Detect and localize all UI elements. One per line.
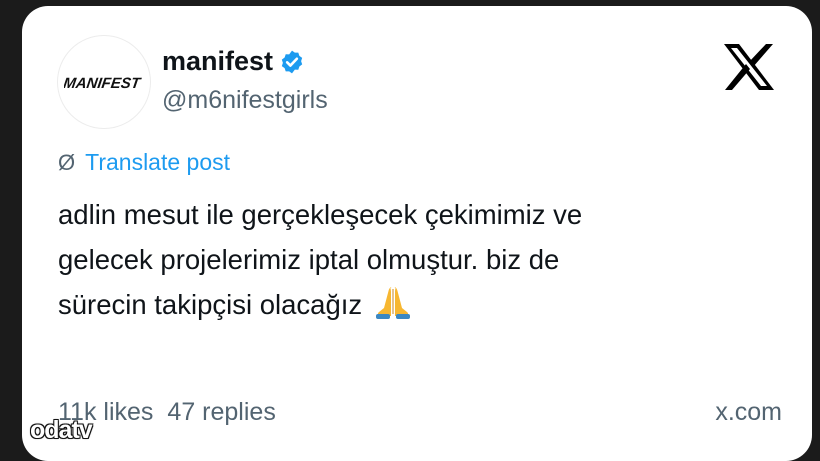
post-card: MANIFEST manifest @m6nifestgirls Ø Trans… xyxy=(22,6,812,461)
svg-text:MANIFEST: MANIFEST xyxy=(64,75,143,92)
x-logo-icon[interactable] xyxy=(722,42,776,92)
translate-label: Translate post xyxy=(85,149,231,175)
replies-count[interactable]: 47 replies xyxy=(167,398,275,427)
verified-badge-icon xyxy=(281,50,303,73)
folded-hands-icon xyxy=(375,287,410,319)
watermark-logo: odatv xyxy=(30,416,93,444)
display-name-row: manifest xyxy=(162,46,305,77)
post-line: sürecin takipçisi olacağız xyxy=(58,289,363,320)
translate-post-link[interactable]: Ø Translate post xyxy=(58,149,230,176)
avatar-logo: MANIFEST xyxy=(64,75,143,92)
post-text: adlin mesut ile gerçekleşecek çekimimiz … xyxy=(58,192,778,327)
post-line: gelecek projelerimiz iptal olmuştur. biz… xyxy=(58,244,560,275)
display-name[interactable]: manifest xyxy=(162,46,273,77)
post-line-last: sürecin takipçisi olacağız xyxy=(58,282,778,327)
source-link[interactable]: x.com xyxy=(715,398,782,427)
avatar[interactable]: MANIFEST xyxy=(58,36,150,128)
globe-icon: Ø xyxy=(58,149,76,175)
user-handle[interactable]: @m6nifestgirls xyxy=(162,86,328,115)
post-line: adlin mesut ile gerçekleşecek çekimimiz … xyxy=(58,199,583,230)
